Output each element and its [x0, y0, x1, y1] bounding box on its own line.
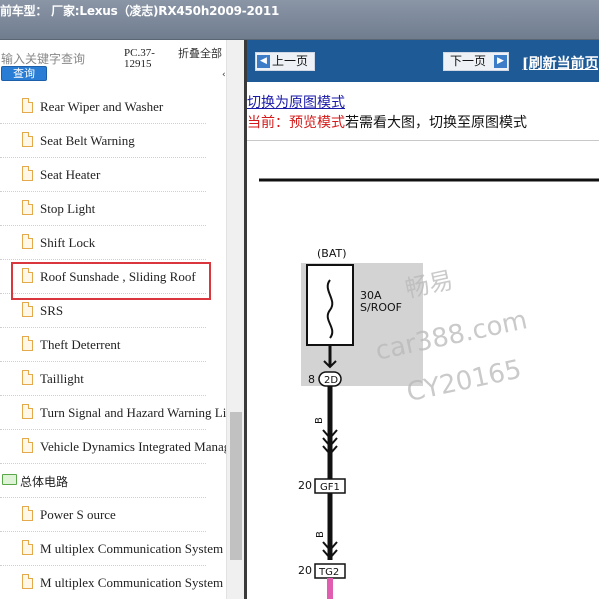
- document-icon: [22, 98, 33, 113]
- tree-item-label: Vehicle Dynamics Integrated Management: [40, 439, 244, 454]
- arrow-right-icon: ▶: [494, 55, 507, 68]
- left-scrollbar[interactable]: [226, 40, 244, 599]
- tree-item-label: M ultiplex Communication System: [40, 541, 224, 556]
- tree-item-label: Stop Light: [40, 201, 96, 216]
- next-page-button[interactable]: 下一页 ▶: [443, 52, 509, 71]
- tree-item[interactable]: M ultiplex Communication System: [0, 566, 226, 599]
- document-icon: [22, 540, 33, 555]
- arrow-left-icon: ◀: [257, 55, 270, 68]
- tree-item-label: Rear Wiper and Washer: [40, 99, 164, 114]
- tree-item-label: Seat Heater: [40, 167, 101, 182]
- tree-item[interactable]: Seat Belt Warning: [0, 124, 226, 158]
- prev-page-button[interactable]: ◀ 上一页: [255, 52, 315, 71]
- document-icon: [22, 438, 33, 453]
- wire1-color: B: [314, 417, 325, 424]
- tree-view: Rear Wiper and Washer Seat Belt Warning Se…: [0, 90, 244, 599]
- tree-item[interactable]: Turn Signal and Hazard Warning Light: [0, 396, 243, 430]
- prev-page-label: 上一页: [272, 54, 309, 68]
- search-button[interactable]: 查询: [1, 66, 47, 81]
- pc-code: PC.37-12915: [124, 47, 155, 70]
- mode-current: 当前：预览模式: [247, 115, 345, 131]
- document-icon: [22, 166, 33, 181]
- left-panel: 查询 PC.37-12915 折叠全部 ‹ Rear Wiper and Was…: [0, 40, 244, 599]
- document-icon: [22, 574, 33, 589]
- tree-item[interactable]: Stop Light: [0, 192, 226, 226]
- switch-original-mode-link[interactable]: 切换为原图模式: [247, 92, 345, 112]
- tree-item[interactable]: Rear Wiper and Washer: [0, 90, 226, 124]
- tree-folder[interactable]: 总体电路: [0, 464, 226, 498]
- tree-item-label: Taillight: [40, 371, 84, 386]
- conn2-name: GF1: [320, 482, 340, 493]
- conn1-name: 2D: [324, 375, 338, 386]
- folder-icon: [2, 474, 17, 485]
- fuse-name: S/ROOF: [360, 301, 402, 314]
- next-page-label: 下一页: [450, 54, 487, 68]
- tree-item-label: SRS: [40, 303, 64, 318]
- conn3-name: TG2: [318, 567, 339, 578]
- bat-label: (BAT): [317, 247, 347, 260]
- content-toolbar: ◀ 上一页 下一页 ▶ [刷新当前页]: [247, 40, 599, 82]
- search-bar: 查询 PC.37-12915 折叠全部 ‹: [0, 40, 244, 84]
- document-icon: [22, 506, 33, 521]
- mode-status: 当前：预览模式若需看大图，切换至原图模式: [247, 112, 527, 132]
- tree-item[interactable]: Theft Deterrent: [0, 328, 226, 362]
- window-titlebar: 前车型： 厂家:Lexus（凌志)RX450h2009-2011: [0, 0, 599, 40]
- tree-item[interactable]: Seat Heater: [0, 158, 226, 192]
- tree-item-label: Power S ource: [40, 507, 116, 522]
- document-icon: [22, 370, 33, 385]
- window-title: 前车型： 厂家:Lexus（凌志)RX450h2009-2011: [0, 4, 280, 18]
- tree-item[interactable]: Taillight: [0, 362, 226, 396]
- scrollbar-thumb[interactable]: [230, 412, 242, 560]
- fuse-box: [306, 264, 354, 346]
- mode-hint: 若需看大图，切换至原图模式: [345, 115, 527, 131]
- tree-item[interactable]: Vehicle Dynamics Integrated Management: [0, 430, 244, 464]
- document-icon: [22, 234, 33, 249]
- wiring-diagram: (BAT) 30A S/ROOF 8 2D B 20 GF1 B 20 TG2 …: [259, 178, 599, 599]
- wire2-color: B: [315, 531, 326, 538]
- selection-highlight: [11, 262, 211, 300]
- tree-item-label: Shift Lock: [40, 235, 96, 250]
- document-icon: [22, 200, 33, 215]
- collapse-all-link[interactable]: 折叠全部: [178, 48, 222, 59]
- tree-item-label: 总体电路: [20, 475, 69, 489]
- content-panel: ◀ 上一页 下一页 ▶ [刷新当前页] 切换为原图模式 当前：预览模式若需看大图…: [247, 40, 599, 599]
- document-icon: [22, 336, 33, 351]
- document-icon: [22, 132, 33, 147]
- refresh-page-link[interactable]: [刷新当前页]: [522, 53, 599, 73]
- conn2-pin: 20: [298, 479, 312, 492]
- tree-item[interactable]: Power S ource: [0, 498, 226, 532]
- conn1-pin: 8: [308, 373, 315, 386]
- tree-item-label: Theft Deterrent: [40, 337, 121, 352]
- tree-item-label: Seat Belt Warning: [40, 133, 135, 148]
- tree-item[interactable]: M ultiplex Communication System: [0, 532, 226, 566]
- tree-item-label: Turn Signal and Hazard Warning Light: [40, 405, 243, 420]
- tree-item[interactable]: Shift Lock: [0, 226, 226, 260]
- document-icon: [22, 302, 33, 317]
- tree-item-label: M ultiplex Communication System: [40, 575, 224, 590]
- conn3-pin: 20: [298, 564, 312, 577]
- document-icon: [22, 404, 33, 419]
